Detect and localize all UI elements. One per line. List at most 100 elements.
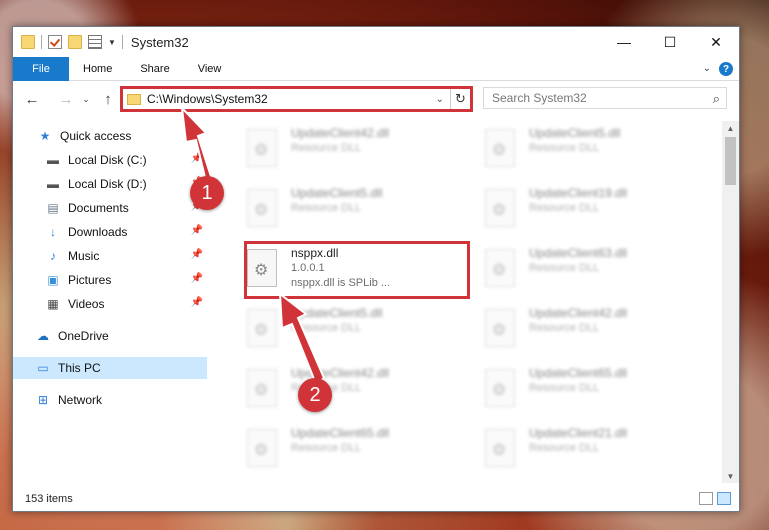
- recent-locations-chevron-icon[interactable]: ⌄: [75, 88, 97, 110]
- videos-icon: ▦: [47, 297, 59, 311]
- file-item[interactable]: UpdateClient42.dll Resource DLL: [247, 365, 467, 417]
- dll-file-icon: [485, 249, 515, 287]
- maximize-button[interactable]: ☐: [647, 27, 693, 57]
- item-count: 153 items: [25, 493, 73, 505]
- dll-file-icon: [485, 369, 515, 407]
- sidebar-item-quick-access[interactable]: ★ Quick access: [13, 125, 207, 147]
- pin-icon[interactable]: 📌: [191, 153, 203, 164]
- ribbon-tabs: File Home Share View: [13, 56, 739, 81]
- file-name: UpdateClient19.dll: [529, 186, 628, 200]
- pin-icon[interactable]: 📌: [191, 225, 203, 236]
- highlight-box-file: [244, 241, 470, 299]
- file-name: UpdateClient42.dll: [529, 306, 628, 320]
- sidebar-item-label: Music: [68, 249, 100, 263]
- help-icon[interactable]: ?: [719, 62, 733, 76]
- vertical-scrollbar[interactable]: ▲ ▼: [722, 121, 739, 483]
- folder-icon: [127, 93, 141, 105]
- folder-icon: [21, 35, 35, 49]
- drive-icon: ▬: [47, 153, 59, 167]
- close-button[interactable]: ✕: [693, 27, 739, 57]
- sidebar-item-this-pc[interactable]: ▭ This PC: [13, 357, 207, 379]
- sidebar-item-network[interactable]: ⊞ Network: [13, 389, 207, 411]
- details-view-icon[interactable]: [699, 492, 713, 505]
- sidebar-item-label: Documents: [68, 201, 129, 215]
- dll-file-icon: [247, 129, 277, 167]
- pin-icon[interactable]: 📌: [191, 249, 203, 260]
- drive-icon: ▬: [47, 177, 59, 191]
- sidebar-item-onedrive[interactable]: ☁ OneDrive: [13, 325, 207, 347]
- sidebar-item-videos[interactable]: ▦ Videos 📌: [13, 293, 207, 315]
- sidebar-item-pictures[interactable]: ▣ Pictures 📌: [13, 269, 207, 291]
- window-controls: — ☐ ✕: [601, 27, 739, 57]
- forward-button[interactable]: →: [55, 88, 77, 110]
- file-name: UpdateClient63.dll: [529, 246, 628, 260]
- address-history-chevron-icon[interactable]: ⌄: [436, 94, 444, 105]
- up-button[interactable]: ↑: [97, 88, 119, 110]
- sidebar-item-local-disk-d[interactable]: ▬ Local Disk (D:) 📌: [13, 173, 207, 195]
- file-description: Resource DLL: [529, 262, 600, 274]
- new-folder-icon[interactable]: [68, 35, 82, 49]
- file-name: UpdateClient42.dll: [291, 366, 390, 380]
- quick-access-toolbar: ▼: [21, 35, 123, 49]
- sidebar-item-label: Network: [58, 393, 103, 407]
- address-bar[interactable]: C:\Windows\System32 ⌄ ↻: [120, 86, 473, 112]
- pin-icon[interactable]: 📌: [191, 297, 203, 308]
- file-description: Resource DLL: [529, 382, 600, 394]
- scroll-thumb[interactable]: [725, 137, 736, 185]
- file-item[interactable]: UpdateClient65.dll Resource DLL: [485, 365, 705, 417]
- file-description: Resource DLL: [529, 202, 600, 214]
- large-icons-view-icon[interactable]: [717, 492, 731, 505]
- properties-check-icon[interactable]: [48, 35, 62, 49]
- refresh-icon[interactable]: ↻: [450, 89, 470, 109]
- expand-ribbon-chevron-icon[interactable]: ⌄: [703, 63, 711, 74]
- file-item[interactable]: UpdateClient5.dll Resource DLL: [247, 185, 467, 237]
- dll-file-icon: [485, 429, 515, 467]
- minimize-button[interactable]: —: [601, 27, 647, 57]
- sidebar-item-label: Local Disk (D:): [68, 177, 147, 191]
- dll-file-icon: [247, 369, 277, 407]
- file-description: Resource DLL: [529, 142, 600, 154]
- file-item[interactable]: UpdateClient21.dll Resource DLL: [485, 425, 705, 477]
- sidebar-item-label: Pictures: [68, 273, 112, 287]
- search-icon[interactable]: ⌕: [713, 91, 720, 107]
- sidebar-item-documents[interactable]: ▤ Documents 📌: [13, 197, 207, 219]
- music-icon: ♪: [50, 249, 56, 263]
- file-item[interactable]: UpdateClient19.dll Resource DLL: [485, 185, 705, 237]
- file-explorer-window: ▼ System32 — ☐ ✕ File Home Share View ⌄ …: [12, 26, 740, 512]
- search-input[interactable]: Search System32 ⌕: [483, 87, 727, 109]
- file-item[interactable]: UpdateClient42.dll Resource DLL: [485, 305, 705, 357]
- file-item[interactable]: UpdateClient63.dll Resource DLL: [485, 245, 705, 297]
- file-description: Resource DLL: [291, 442, 362, 454]
- back-button[interactable]: ←: [21, 88, 43, 110]
- status-bar: 153 items: [13, 487, 739, 511]
- pin-icon[interactable]: 📌: [191, 273, 203, 284]
- scroll-up-icon[interactable]: ▲: [722, 121, 739, 135]
- navigation-bar: ← → ⌄ ↑ C:\Windows\System32 ⌄ ↻ Search S…: [13, 85, 739, 113]
- sidebar-item-downloads[interactable]: ↓ Downloads 📌: [13, 221, 207, 243]
- scroll-down-icon[interactable]: ▼: [722, 469, 739, 483]
- tab-view[interactable]: View: [184, 57, 236, 81]
- address-path[interactable]: C:\Windows\System32: [147, 92, 436, 106]
- tab-home[interactable]: Home: [69, 57, 126, 81]
- step-marker-1: 1: [190, 176, 224, 210]
- file-name: UpdateClient5.dll: [291, 186, 383, 200]
- title-bar: ▼ System32 — ☐ ✕: [13, 27, 739, 57]
- network-icon: ⊞: [37, 393, 49, 407]
- sidebar-item-label: Downloads: [68, 225, 128, 239]
- file-item[interactable]: UpdateClient65.dll Resource DLL: [247, 425, 467, 477]
- toolbar-divider: [41, 35, 42, 49]
- file-name: UpdateClient5.dll: [291, 306, 383, 320]
- sidebar-item-local-disk-c[interactable]: ▬ Local Disk (C:) 📌: [13, 149, 207, 171]
- file-item[interactable]: UpdateClient42.dll Resource DLL: [247, 125, 467, 177]
- view-options-icon[interactable]: [88, 35, 102, 49]
- file-description: Resource DLL: [529, 322, 600, 334]
- file-item[interactable]: UpdateClient5.dll Resource DLL: [485, 125, 705, 177]
- file-description: Resource DLL: [291, 322, 362, 334]
- customize-toolbar-chevron-icon[interactable]: ▼: [108, 38, 116, 47]
- tab-share[interactable]: Share: [126, 57, 183, 81]
- sidebar-item-label: Quick access: [60, 129, 132, 143]
- sidebar-item-music[interactable]: ♪ Music 📌: [13, 245, 207, 267]
- file-item[interactable]: UpdateClient5.dll Resource DLL: [247, 305, 467, 357]
- tab-file[interactable]: File: [13, 56, 69, 81]
- star-icon: ★: [39, 129, 51, 143]
